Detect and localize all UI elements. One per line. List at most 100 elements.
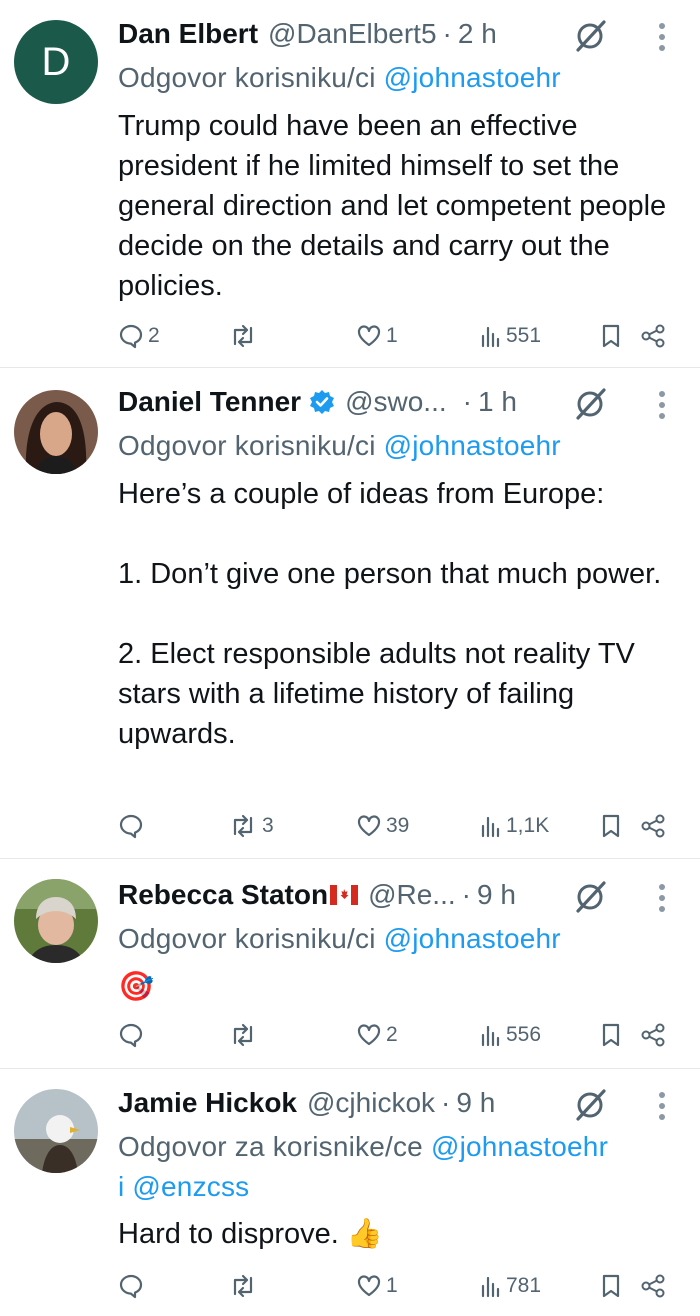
reply-prefix: Odgovor korisniku/ci — [118, 62, 376, 93]
retweet-icon — [233, 814, 253, 838]
separator-dot: · — [462, 386, 472, 417]
reply-button[interactable] — [118, 809, 148, 843]
author-name[interactable]: Dan Elbert — [118, 18, 258, 50]
retweet-button[interactable] — [228, 1018, 262, 1052]
tweet-text: 🎯 — [118, 971, 155, 1003]
views-button[interactable]: 556 — [480, 1018, 541, 1052]
avatar[interactable] — [14, 879, 98, 963]
share-icon — [641, 1023, 665, 1047]
grok-icon[interactable] — [572, 1087, 608, 1123]
mention-link[interactable]: @johnastoehr — [384, 62, 561, 93]
share-button[interactable] — [640, 1018, 666, 1052]
bookmark-icon — [602, 1274, 620, 1298]
views-button[interactable]: 551 — [480, 319, 541, 353]
tweet-rebecca-staton[interactable]: Rebecca Staton @Re... · 9 h Odgovor kori… — [0, 859, 700, 1067]
separator-dot: · — [461, 879, 471, 910]
bookmark-icon — [602, 814, 620, 838]
more-icon[interactable] — [658, 22, 666, 52]
views-icon — [481, 1025, 500, 1047]
share-icon — [641, 814, 665, 838]
heart-icon — [357, 1275, 381, 1297]
reply-prefix: Odgovor za korisnike/ce — [118, 1131, 423, 1162]
canada-flag-icon — [330, 885, 359, 905]
author-handle[interactable]: @DanElbert5 — [268, 18, 437, 50]
author-handle[interactable]: @swo... — [345, 386, 447, 418]
views-button[interactable]: 781 — [480, 1269, 541, 1303]
retweet-button[interactable] — [228, 1269, 262, 1303]
retweet-icon — [233, 1023, 253, 1047]
tweet-daniel-tenner[interactable]: Daniel Tenner @swo... · 1 h Odgovor kori… — [0, 368, 700, 858]
reply-icon — [119, 814, 143, 839]
mention-link[interactable]: @johnastoehr — [384, 430, 561, 461]
retweet-count: 3 — [262, 814, 274, 837]
timestamp[interactable]: 9 h — [456, 1087, 495, 1119]
like-button[interactable]: 39 — [356, 809, 409, 843]
reply-context: Odgovor korisniku/ci @johnastoehr — [118, 426, 680, 466]
retweet-button[interactable]: 3 — [228, 809, 274, 843]
views-icon — [481, 1276, 500, 1298]
verified-badge-icon — [310, 390, 335, 414]
author-handle[interactable]: @Re... — [368, 879, 456, 911]
separator-dot: · — [441, 1087, 451, 1118]
like-button[interactable]: 1 — [356, 1269, 398, 1303]
more-icon[interactable] — [658, 1091, 666, 1121]
like-button[interactable]: 1 — [356, 319, 398, 353]
heart-icon — [357, 325, 381, 347]
reply-button[interactable]: 2 — [118, 319, 160, 353]
author-name[interactable]: Jamie Hickok — [118, 1087, 297, 1119]
avatar-letter: D — [41, 39, 71, 84]
views-count: 781 — [506, 1274, 542, 1297]
retweet-icon — [233, 1274, 253, 1298]
reply-button[interactable] — [118, 1018, 148, 1052]
retweet-button[interactable] — [228, 319, 262, 353]
views-button[interactable]: 1,1K — [480, 809, 549, 843]
mention-link[interactable]: @enzcss — [132, 1171, 249, 1202]
tweet-jamie-hickok[interactable]: Jamie Hickok @cjhickok · 9 h Odgovor za … — [0, 1069, 700, 1316]
share-icon — [641, 324, 665, 348]
reply-icon — [119, 1274, 143, 1299]
like-button[interactable]: 2 — [356, 1018, 398, 1052]
tweet-text: Hard to disprove. 👍 — [118, 1218, 383, 1250]
bookmark-button[interactable] — [600, 319, 622, 353]
timestamp[interactable]: 1 h — [478, 386, 517, 418]
avatar[interactable] — [14, 1089, 98, 1173]
grok-icon[interactable] — [572, 879, 608, 915]
views-count: 551 — [506, 324, 542, 347]
timestamp[interactable]: 2 h — [458, 18, 497, 50]
share-button[interactable] — [640, 809, 666, 843]
action-bar: 2 556 — [0, 1018, 700, 1052]
like-count: 39 — [386, 814, 410, 837]
reply-prefix: Odgovor korisniku/ci — [118, 430, 376, 461]
like-count: 1 — [386, 1274, 398, 1297]
bookmark-button[interactable] — [600, 1269, 622, 1303]
views-icon — [481, 816, 500, 838]
bookmark-icon — [602, 324, 620, 348]
share-button[interactable] — [640, 319, 666, 353]
heart-icon — [357, 815, 381, 837]
avatar[interactable] — [14, 390, 98, 474]
author-name[interactable]: Rebecca Staton — [118, 879, 328, 911]
heart-icon — [357, 1024, 381, 1046]
reply-icon — [119, 324, 143, 349]
views-icon — [481, 326, 500, 348]
like-count: 1 — [386, 324, 398, 347]
author-name[interactable]: Daniel Tenner — [118, 386, 301, 418]
more-icon[interactable] — [658, 390, 666, 420]
share-icon — [641, 1274, 665, 1298]
bookmark-icon — [602, 1023, 620, 1047]
timestamp[interactable]: 9 h — [477, 879, 516, 911]
grok-icon[interactable] — [572, 18, 608, 54]
mention-link[interactable]: @johnastoehr — [384, 923, 561, 954]
author-handle[interactable]: @cjhickok — [307, 1087, 435, 1119]
reply-context: Odgovor korisniku/ci @johnastoehr — [118, 58, 680, 98]
more-icon[interactable] — [658, 883, 666, 913]
bookmark-button[interactable] — [600, 809, 622, 843]
grok-icon[interactable] — [572, 386, 608, 422]
bookmark-button[interactable] — [600, 1018, 622, 1052]
share-button[interactable] — [640, 1269, 666, 1303]
tweet-text: Here’s a couple of ideas from Europe: 1.… — [118, 478, 662, 750]
avatar[interactable]: D — [14, 20, 98, 104]
tweet-dan-elbert[interactable]: D Dan Elbert @DanElbert5 · 2 h Odgovor k… — [0, 0, 700, 366]
mention-link[interactable]: @johnastoehr — [431, 1131, 608, 1162]
reply-button[interactable] — [118, 1269, 148, 1303]
